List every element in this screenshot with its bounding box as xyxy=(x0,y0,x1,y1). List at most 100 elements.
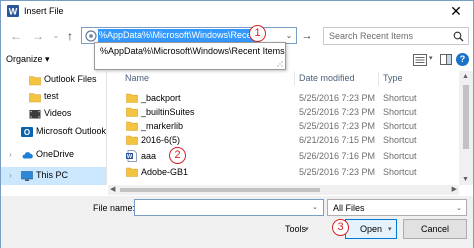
step-badge-3: 3 xyxy=(332,219,349,236)
file-name: _builtinSuites xyxy=(141,107,195,117)
scrollbar-thumb[interactable] xyxy=(463,85,469,149)
svg-text:W: W xyxy=(9,7,18,17)
outlook-icon: O xyxy=(21,127,33,137)
file-name-dropdown[interactable]: ⌄ xyxy=(312,203,318,211)
folder-icon xyxy=(126,93,138,103)
file-date: 5/25/2016 7:23 PM xyxy=(299,107,376,117)
open-button-label: Open xyxy=(359,224,383,234)
address-text[interactable]: %AppData%\Microsoft\Windows\Recent xyxy=(98,29,261,42)
file-date: 5/26/2016 7:16 PM xyxy=(299,151,376,161)
table-row[interactable]: _markerlib 5/25/2016 7:23 PM Shortcut xyxy=(108,119,459,133)
chevron-right-icon[interactable]: › xyxy=(9,171,12,180)
table-row[interactable]: Adobe-GB1 5/25/2016 7:23 PM Shortcut xyxy=(108,165,459,179)
file-date: 5/25/2016 7:23 PM xyxy=(299,167,376,177)
window-title: Insert File xyxy=(24,6,64,16)
sidebar-item-videos[interactable]: Videos xyxy=(1,105,106,123)
close-button[interactable]: ✕ xyxy=(439,1,473,21)
folder-icon xyxy=(29,93,41,103)
organize-menu[interactable]: Organize ▾ xyxy=(6,54,50,65)
search-icon[interactable] xyxy=(453,31,464,42)
table-row[interactable]: 2016-6(5) 6/21/2016 7:15 PM Shortcut xyxy=(108,133,459,147)
view-options-dropdown[interactable]: ▾ xyxy=(429,54,433,62)
title-bar: W Insert File ✕ xyxy=(1,1,473,21)
word-app-icon: W xyxy=(7,5,19,17)
file-type-filter-value: All Files xyxy=(333,203,365,213)
file-name-panel: File name: ⌄ All Files ⌄ Tools ▾ Open ▾ … xyxy=(1,196,473,248)
file-name: aaa xyxy=(141,151,157,161)
scroll-up-icon[interactable]: ▲ xyxy=(462,73,469,80)
sort-indicator-icon: ^ xyxy=(182,71,185,74)
file-name-input[interactable] xyxy=(134,199,324,216)
vertical-scrollbar[interactable]: ▲ ▼ xyxy=(459,71,473,185)
table-row[interactable]: _backport 5/25/2016 7:23 PM Shortcut xyxy=(108,91,459,105)
cancel-button[interactable]: Cancel xyxy=(403,219,467,239)
file-list: Name ^ Date modified Type _backport 5/25… xyxy=(108,71,459,185)
sidebar-item-label: Videos xyxy=(44,108,72,118)
folder-icon xyxy=(126,121,138,131)
address-suggestion-dropdown: %AppData%\Microsoft\Windows\Recent Items xyxy=(94,42,286,70)
table-row[interactable]: _builtinSuites 5/25/2016 7:23 PM Shortcu… xyxy=(108,105,459,119)
file-name: _backport xyxy=(141,93,181,103)
navigation-pane: Outlook Files test Videos O Microsoft Ou… xyxy=(1,71,107,185)
word-document-icon: W xyxy=(126,150,137,162)
file-type: Shortcut xyxy=(383,93,417,103)
sidebar-item-this-pc[interactable]: › This PC xyxy=(1,167,106,185)
file-name: Adobe-GB1 xyxy=(141,167,189,177)
file-type: Shortcut xyxy=(383,151,417,161)
file-type: Shortcut xyxy=(383,121,417,131)
file-date: 6/21/2016 7:15 PM xyxy=(299,135,376,145)
tools-dropdown[interactable]: ▾ xyxy=(305,225,309,233)
up-button[interactable]: ↑ xyxy=(63,29,77,43)
search-box[interactable]: Search Recent Items xyxy=(323,27,469,45)
cloud-icon xyxy=(22,152,33,159)
step-badge-2: 2 xyxy=(169,147,186,164)
file-type: Shortcut xyxy=(383,135,417,145)
back-button[interactable]: ← xyxy=(9,29,23,43)
sidebar-item-label: This PC xyxy=(36,170,69,180)
scrollbar-thumb[interactable] xyxy=(120,188,320,192)
scroll-right-icon[interactable]: ▶ xyxy=(452,185,457,193)
folder-icon xyxy=(126,135,138,145)
svg-text:W: W xyxy=(127,154,133,160)
chevron-right-icon[interactable]: › xyxy=(9,150,12,159)
preview-pane-icon[interactable] xyxy=(440,54,452,65)
sidebar-item-microsoft-outlook[interactable]: O Microsoft Outlook xyxy=(1,123,107,141)
step-badge-1: 1 xyxy=(249,25,266,42)
file-type: Shortcut xyxy=(383,167,417,177)
sidebar-item-label: OneDrive xyxy=(36,149,75,159)
address-suggestion-item[interactable]: %AppData%\Microsoft\Windows\Recent Items xyxy=(100,46,285,56)
go-button[interactable]: → xyxy=(300,28,314,44)
open-dropdown[interactable]: ▾ xyxy=(388,225,392,233)
video-folder-icon xyxy=(29,110,41,119)
address-dropdown[interactable]: ⌄ xyxy=(283,29,295,43)
computer-icon xyxy=(21,171,33,181)
column-divider[interactable] xyxy=(294,72,295,86)
sidebar-item-label: Outlook Files xyxy=(44,74,97,84)
column-header-name[interactable]: Name xyxy=(125,73,149,83)
scroll-down-icon[interactable]: ▼ xyxy=(462,176,469,183)
folder-icon xyxy=(126,167,138,177)
scroll-left-icon[interactable]: ◀ xyxy=(110,185,115,193)
recent-locations-dropdown[interactable]: ⌄ xyxy=(49,29,63,43)
resize-grip-icon[interactable] xyxy=(277,61,283,67)
sidebar-item-label: test xyxy=(44,91,59,101)
forward-button[interactable]: → xyxy=(31,29,45,43)
file-name: 2016-6(5) xyxy=(141,135,181,145)
file-name: _markerlib xyxy=(141,121,184,131)
file-name-label: File name: xyxy=(93,203,136,213)
sidebar-item-test[interactable]: test xyxy=(1,88,106,106)
svg-text:O: O xyxy=(24,128,30,137)
sidebar-item-label: Microsoft Outlook xyxy=(36,126,107,136)
sidebar-item-onedrive[interactable]: › OneDrive xyxy=(1,146,106,164)
chevron-down-icon[interactable]: ⌄ xyxy=(456,204,462,212)
horizontal-scrollbar[interactable]: ◀ ▶ xyxy=(108,185,459,195)
sidebar-item-outlook-files[interactable]: Outlook Files xyxy=(1,71,106,89)
column-divider[interactable] xyxy=(378,72,379,86)
tools-menu[interactable]: Tools xyxy=(285,224,306,234)
file-type-filter[interactable]: All Files ⌄ xyxy=(327,199,467,216)
column-header-date[interactable]: Date modified xyxy=(299,73,355,83)
table-row[interactable]: W aaa 5/26/2016 7:16 PM Shortcut xyxy=(108,149,459,163)
change-view-icon[interactable] xyxy=(413,54,427,66)
column-header-type[interactable]: Type xyxy=(383,73,403,83)
help-icon[interactable]: ? xyxy=(456,53,469,66)
